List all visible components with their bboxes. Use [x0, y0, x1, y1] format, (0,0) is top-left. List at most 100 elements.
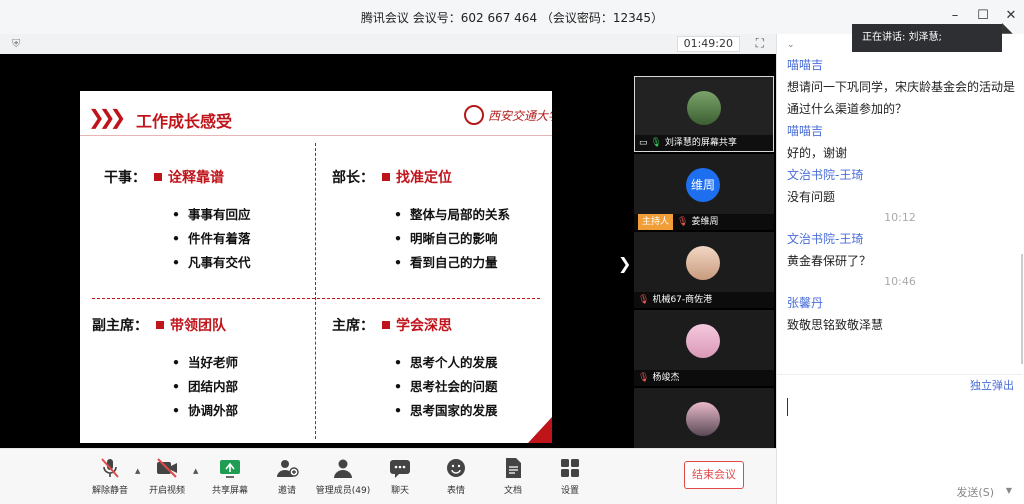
chat-divider: [777, 374, 1023, 375]
chat-sender: 文治书院-王琦: [787, 232, 864, 246]
expand-arrow-icon[interactable]: ◣: [1002, 20, 1013, 36]
list-item: 件件有着落: [172, 227, 251, 251]
chat-button[interactable]: 聊天: [370, 457, 430, 496]
docs-label: 文档: [503, 486, 522, 496]
mic-muted-icon: 🎙: [638, 295, 650, 305]
square-bullet-icon: [154, 173, 162, 181]
quadrant-heading: 主席： 学会深思: [332, 315, 452, 335]
quadrant-theme: 找准定位: [396, 170, 452, 186]
participant-name: 姜维周: [691, 217, 719, 227]
participant-namebar: 🎙 杨竣杰: [634, 370, 774, 386]
camera-off-icon: [157, 458, 177, 478]
list-item: 事事有回应: [172, 203, 251, 227]
quadrant-theme: 诠释靠谱: [168, 170, 224, 186]
chat-timestamp: 10:12: [884, 211, 916, 224]
presentation-slide: ❯❯❯ 工作成长感受 西安交通大学 干事： 诠释靠谱 事事有回应 件件有着落 凡事…: [80, 91, 552, 443]
quadrant-role: 主席：: [332, 318, 374, 334]
emoji-icon: [447, 459, 465, 477]
list-item: 思考个人的发展: [394, 351, 498, 375]
share-screen-button[interactable]: 共享屏幕: [200, 457, 260, 496]
emoji-button[interactable]: 表情: [426, 457, 486, 496]
chat-input[interactable]: [777, 390, 1023, 480]
participant-namebar: 主持人 🎙 姜维周: [634, 214, 774, 230]
share-screen-label: 共享屏幕: [211, 486, 248, 496]
quadrant-heading: 部长： 找准定位: [332, 167, 452, 187]
chat-icon: [390, 460, 410, 478]
quadrant-heading: 副主席： 带领团队: [92, 315, 226, 335]
chevron-down-icon[interactable]: ▼: [1006, 486, 1012, 495]
mic-muted-icon: 🎙: [677, 217, 689, 227]
logo-text: 西安交通大学: [488, 109, 552, 123]
vertical-divider: [315, 143, 316, 439]
share-screen-icon: [220, 460, 240, 478]
chat-sender: 文治书院-王琦: [787, 168, 864, 182]
quadrant-role: 部长：: [332, 170, 374, 186]
end-meeting-button[interactable]: 结束会议: [684, 461, 744, 489]
screen-share-icon: ▭: [639, 138, 651, 148]
maximize-icon[interactable]: ☐: [976, 8, 990, 23]
invite-button[interactable]: 邀请: [257, 457, 317, 496]
list-item: 当好老师: [172, 351, 238, 375]
quadrant-list: 当好老师 团结内部 协调外部: [172, 351, 238, 423]
quadrant-list: 思考个人的发展 思考社会的问题 思考国家的发展: [394, 351, 498, 423]
list-item: 思考国家的发展: [394, 399, 498, 423]
docs-button[interactable]: 文档: [483, 457, 543, 496]
chevrons-icon: ❯❯❯: [88, 105, 126, 129]
square-bullet-icon: [156, 321, 164, 329]
start-video-label: 开启视频: [148, 486, 185, 496]
participant-tiles: ▭ 🎙刘泽慧的屏幕共享 维周 主持人🎙姜维周 🎙机械67-商佐港 🎙杨竣杰 🎙: [634, 74, 774, 468]
chevron-down-icon[interactable]: ⌄: [787, 40, 795, 50]
square-bullet-icon: [382, 173, 390, 181]
university-seal-icon: [464, 105, 484, 125]
mic-on-icon: 🎙: [650, 138, 662, 148]
list-item: 整体与局部的关系: [394, 203, 510, 227]
text-cursor: [787, 398, 788, 416]
slide-divider: [80, 135, 552, 136]
chat-text: 没有问题: [787, 190, 836, 204]
members-icon: [334, 459, 352, 478]
chat-panel: ⌄ 喵喵吉 想请问一下巩同学，宋庆龄基金会的活动是通过什么渠道参加的？ 喵喵吉 …: [776, 34, 1024, 504]
chat-scrollbar[interactable]: [1021, 254, 1023, 364]
quadrant-theme: 学会深思: [396, 318, 452, 334]
chat-text: 想请问一下巩同学，宋庆龄基金会的活动是通过什么渠道参加的？: [787, 80, 1016, 116]
avatar: 维周: [686, 168, 720, 202]
quadrant-heading: 干事： 诠释靠谱: [104, 167, 224, 187]
list-item: 思考社会的问题: [394, 375, 498, 399]
participant-name: 刘泽慧的屏幕共享: [664, 138, 737, 148]
fullscreen-icon[interactable]: ⛶: [756, 36, 764, 51]
list-item: 明晰自己的影响: [394, 227, 510, 251]
slide-corner-decoration: [528, 417, 552, 443]
chat-timestamp: 10:46: [884, 275, 916, 288]
meeting-toolbar: 解除静音 ▲ 开启视频 ▲ 共享屏幕 邀请 管理成员(49) 聊天 表情 文档 …: [0, 448, 776, 504]
list-item: 看到自己的力量: [394, 251, 510, 275]
settings-label: 设置: [560, 486, 579, 496]
manage-members-label: 管理成员(49): [315, 486, 371, 496]
settings-button[interactable]: 设置: [540, 457, 600, 496]
shield-icon[interactable]: ⛨: [12, 37, 24, 51]
minimize-icon[interactable]: –: [948, 8, 962, 23]
chat-sender: 喵喵吉: [787, 58, 824, 72]
document-icon: [506, 458, 521, 478]
chat-sender: 喵喵吉: [787, 124, 824, 138]
mic-muted-icon: [101, 458, 119, 478]
video-area: ⛨ 01:49:20 ⛶ ❯❯❯ 工作成长感受 西安交通大学 干事：诠释靠谱 事: [0, 34, 776, 504]
manage-members-button[interactable]: 管理成员(49): [313, 457, 373, 496]
participant-name: 机械67-商佐港: [652, 295, 713, 305]
university-logo: 西安交通大学: [464, 105, 552, 127]
participant-tile[interactable]: ▭ 🎙 刘泽慧的屏幕共享: [634, 76, 774, 152]
list-item: 团结内部: [172, 375, 238, 399]
unmute-button[interactable]: 解除静音: [80, 457, 140, 496]
chevron-up-icon[interactable]: ▲: [193, 467, 198, 475]
chat-sender: 张馨丹: [787, 296, 824, 310]
avatar: [686, 324, 720, 358]
participant-tile[interactable]: 维周 主持人 🎙 姜维周: [634, 154, 774, 230]
shared-screen: ❯❯❯ 工作成长感受 西安交通大学 干事： 诠释靠谱 事事有回应 件件有着落 凡事…: [0, 54, 776, 468]
chat-text: 黄金春保研了？: [787, 254, 872, 268]
participant-tile[interactable]: 🎙 机械67-商佐港: [634, 232, 774, 308]
chevron-right-icon[interactable]: ❯: [618, 254, 631, 273]
chat-text: 致敬思铭致敬泽慧: [787, 318, 884, 332]
participant-tile[interactable]: 🎙 杨竣杰: [634, 310, 774, 386]
start-video-button[interactable]: 开启视频: [137, 457, 197, 496]
send-button[interactable]: 发送(S): [956, 484, 994, 500]
unmute-label: 解除静音: [91, 486, 128, 496]
